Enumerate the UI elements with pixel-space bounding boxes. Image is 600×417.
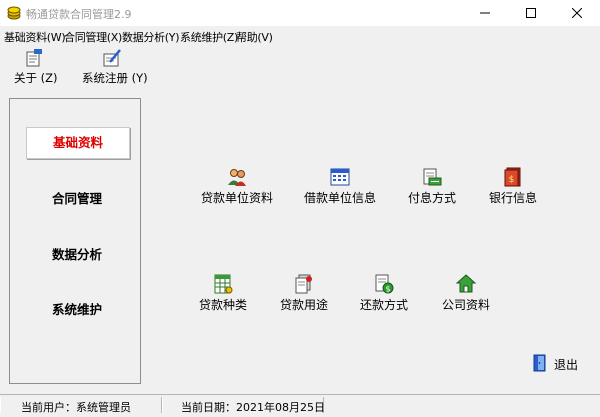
documents-icon — [294, 274, 314, 294]
repayment-method-label: 还款方式 — [359, 298, 408, 312]
close-button[interactable] — [554, 0, 600, 26]
nav-contract-management[interactable]: 合同管理 — [26, 184, 128, 214]
status-date-cell: 当前日期：2021年08月25日 — [162, 397, 325, 414]
current-user: 当前用户：系统管理员 — [21, 401, 131, 414]
minimize-icon — [480, 12, 490, 14]
register-label: 系统注册 (Y) — [82, 71, 148, 85]
close-icon — [572, 8, 582, 18]
repayment-method-button[interactable]: $ 还款方式 — [342, 274, 426, 318]
register-icon — [102, 48, 122, 68]
menu-analysis[interactable]: 数据分析(Y) — [122, 29, 180, 45]
exit-door-icon — [532, 354, 550, 372]
exit-label: 退出 — [554, 358, 579, 372]
interest-method-button[interactable]: 付息方式 — [390, 167, 474, 211]
title-bar: 畅通贷款合同管理2.9 — [0, 0, 600, 26]
bank-book-icon: $ — [503, 167, 523, 187]
nav-system-maintenance[interactable]: 系统维护 — [26, 295, 128, 325]
nav-data-analysis[interactable]: 数据分析 — [26, 240, 128, 270]
svg-text:$: $ — [385, 285, 390, 294]
about-button[interactable]: 关于 (Z) — [10, 48, 60, 88]
company-info-label: 公司资料 — [441, 298, 490, 312]
status-bar: 当前用户：系统管理员 当前日期：2021年08月25日 — [0, 394, 600, 417]
menu-help[interactable]: 帮助(V) — [236, 29, 273, 45]
minimize-button[interactable] — [462, 0, 508, 26]
svg-text:$: $ — [509, 175, 515, 185]
loan-type-button[interactable]: 贷款种类 — [181, 274, 265, 318]
calendar-grid-icon — [330, 167, 350, 187]
left-nav-panel: 基础资料 合同管理 数据分析 系统维护 — [9, 98, 141, 384]
coin-stack-icon — [6, 5, 22, 21]
window-title: 畅通贷款合同管理2.9 — [26, 8, 132, 21]
users-icon — [227, 167, 247, 187]
maximize-icon — [526, 8, 536, 18]
refund-icon: $ — [374, 274, 394, 294]
loan-type-label: 贷款种类 — [198, 298, 247, 312]
loan-purpose-label: 贷款用途 — [279, 298, 328, 312]
current-date: 当前日期：2021年08月25日 — [181, 401, 325, 414]
exit-button[interactable]: 退出 — [532, 353, 582, 375]
lender-info-button[interactable]: 贷款单位资料 — [195, 167, 279, 211]
menu-contract[interactable]: 合同管理(X) — [64, 29, 122, 45]
toolbar: 关于 (Z) 系统注册 (Y) — [0, 46, 600, 92]
about-label: 关于 (Z) — [14, 71, 58, 85]
home-icon — [455, 274, 477, 294]
loan-purpose-button[interactable]: 贷款用途 — [262, 274, 346, 318]
menu-system[interactable]: 系统维护(Z) — [180, 29, 238, 45]
maximize-button[interactable] — [508, 0, 554, 26]
payment-icon — [422, 167, 442, 187]
menu-basic-data[interactable]: 基础资料(W) — [4, 29, 66, 45]
nav-basic-data[interactable]: 基础资料 — [26, 127, 130, 159]
menu-bar: 基础资料(W) 合同管理(X) 数据分析(Y) 系统维护(Z) 帮助(V) — [0, 26, 600, 46]
borrower-info-button[interactable]: 借款单位信息 — [298, 167, 382, 211]
bank-info-label: 银行信息 — [488, 191, 537, 205]
company-info-button[interactable]: 公司资料 — [424, 274, 508, 318]
about-icon — [24, 48, 44, 68]
lender-info-label: 贷款单位资料 — [200, 191, 273, 205]
bank-info-button[interactable]: $ 银行信息 — [471, 167, 555, 211]
status-user-cell: 当前用户：系统管理员 — [0, 397, 162, 414]
register-button[interactable]: 系统注册 (Y) — [78, 48, 148, 88]
borrower-info-label: 借款单位信息 — [303, 191, 376, 205]
spreadsheet-icon — [213, 274, 233, 294]
interest-method-label: 付息方式 — [407, 191, 456, 205]
